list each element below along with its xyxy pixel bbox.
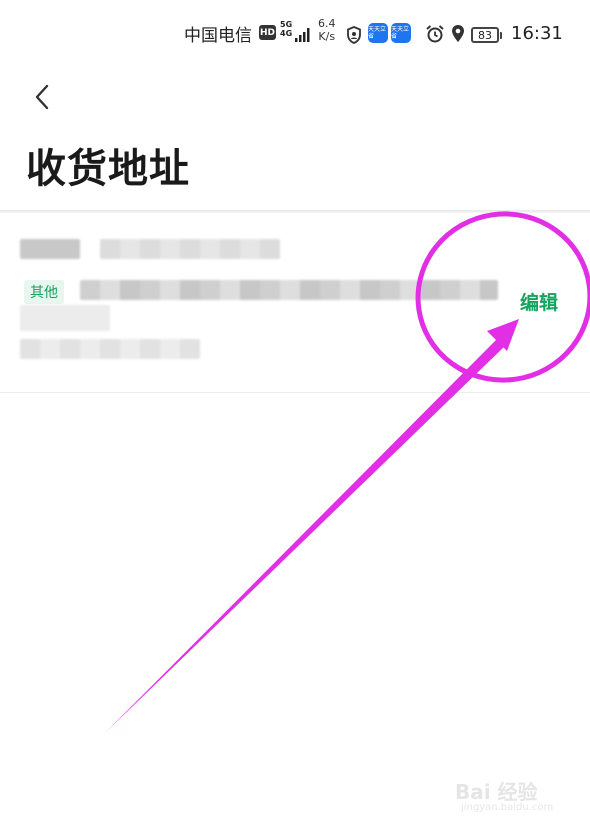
shield-icon (346, 24, 362, 46)
battery-level: 83 (478, 28, 492, 42)
status-bar: 中国电信 HD 5G 4G 6.4 K/s 天天立省 天天立省 83 16:31 (0, 0, 590, 66)
address-line-redacted (20, 339, 200, 359)
hd-badge: HD (259, 25, 276, 40)
phone-number-redacted (100, 239, 280, 259)
app-notification-icon: 天天立省 (368, 23, 388, 43)
network-type: 5G 4G (280, 20, 293, 38)
page-title: 收货地址 (26, 146, 190, 192)
card-divider (0, 392, 590, 393)
chevron-left-icon (35, 84, 49, 110)
watermark-logo: Bai 经验 jingyan.baidu.com (455, 768, 565, 820)
back-button[interactable] (26, 80, 58, 114)
battery-icon: 83 (471, 24, 502, 46)
annotation-overlay (105, 211, 590, 733)
edit-button[interactable]: 编辑 (520, 288, 558, 315)
address-line-redacted (80, 280, 498, 300)
watermark-main: Bai 经验 (455, 780, 538, 804)
carrier-name: 中国电信 (184, 25, 252, 46)
app-notification-icon: 天天立省 (391, 23, 411, 43)
pointer-arrow-shaft (105, 337, 506, 733)
status-time: 16:31 (511, 22, 563, 44)
location-icon (450, 23, 466, 45)
recipient-name-redacted (20, 239, 80, 259)
net-speed: 6.4 K/s (318, 17, 336, 43)
address-line-redacted (20, 305, 110, 331)
address-tag-badge: 其他 (24, 280, 64, 304)
signal-icon (294, 24, 312, 46)
address-card[interactable]: 其他 编辑 (0, 213, 590, 393)
alarm-icon (425, 23, 445, 45)
watermark-sub: jingyan.baidu.com (461, 802, 554, 813)
